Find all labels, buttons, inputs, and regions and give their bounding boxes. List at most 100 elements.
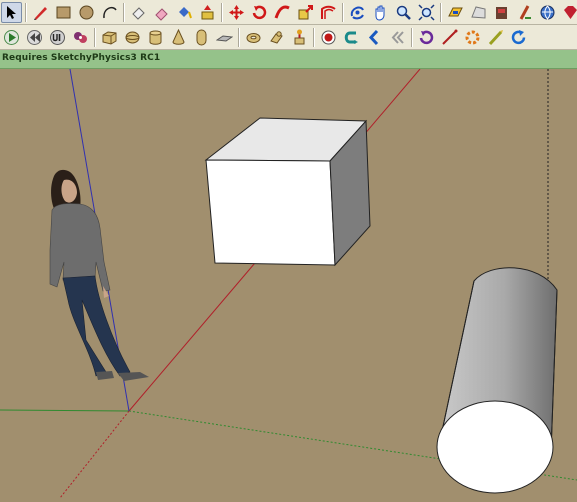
zoom-extents-button[interactable] xyxy=(416,2,437,23)
slider-joint-button[interactable] xyxy=(289,27,310,48)
play-simulation-button[interactable] xyxy=(1,27,22,48)
toolbar-separator xyxy=(238,27,240,47)
3d-warehouse-icon xyxy=(540,5,555,20)
magnet-icon xyxy=(344,31,358,44)
eraser-tool-button[interactable] xyxy=(151,2,172,23)
ui-button[interactable] xyxy=(47,27,68,48)
play-icon xyxy=(4,29,19,45)
ruby-button[interactable] xyxy=(560,2,577,23)
section-plane-icon xyxy=(448,7,463,16)
rectangle-tool-button[interactable] xyxy=(53,2,74,23)
scale-icon xyxy=(298,4,313,19)
scale-tool-button[interactable] xyxy=(295,2,316,23)
toolbar-separator xyxy=(94,27,96,47)
slider-joint-icon xyxy=(294,29,305,44)
spring-icon xyxy=(419,30,434,44)
follow-me-button[interactable] xyxy=(272,2,293,23)
follow-me-icon xyxy=(274,5,290,19)
joint-connector-icon xyxy=(74,31,87,43)
toolbar-separator xyxy=(342,2,344,22)
paint-bucket-button[interactable] xyxy=(174,2,195,23)
rotate-icon xyxy=(252,5,267,19)
refresh-icon xyxy=(511,29,526,44)
add-location-icon xyxy=(496,6,507,19)
rewind-icon xyxy=(27,29,42,45)
toolbar-separator xyxy=(221,2,223,22)
reset-button[interactable] xyxy=(364,27,385,48)
capsule-solid-button[interactable] xyxy=(191,27,212,48)
record-icon xyxy=(321,30,336,44)
push-pull-button[interactable] xyxy=(197,2,218,23)
3d-warehouse-button[interactable] xyxy=(537,2,558,23)
select-tool-button[interactable] xyxy=(1,1,22,23)
arc-tool-button[interactable] xyxy=(99,2,120,23)
record-button[interactable] xyxy=(318,27,339,48)
cylinder-solid-button[interactable] xyxy=(145,27,166,48)
cone-solid-button[interactable] xyxy=(168,27,189,48)
rectangle-icon xyxy=(56,6,71,18)
scene-canvas xyxy=(0,68,577,499)
section-plane-button[interactable] xyxy=(445,2,466,23)
measure-icon xyxy=(519,4,531,20)
measure-tool-button[interactable] xyxy=(514,2,535,23)
pan-tool-button[interactable] xyxy=(370,2,391,23)
3d-viewport[interactable] xyxy=(0,68,577,499)
circle-tool-button[interactable] xyxy=(76,2,97,23)
add-location-button[interactable] xyxy=(491,2,512,23)
piston-icon xyxy=(488,29,503,45)
pencil-tool-button[interactable] xyxy=(30,2,51,23)
rewind-simulation-button[interactable] xyxy=(24,27,45,48)
circle-icon xyxy=(79,5,94,19)
toolbar-separator xyxy=(440,2,442,22)
offset-tool-button[interactable] xyxy=(318,2,339,23)
box-solid-icon xyxy=(102,30,117,45)
toolbar-separator xyxy=(25,2,27,22)
toolbar-separator xyxy=(411,27,413,47)
make-component-button[interactable] xyxy=(128,2,149,23)
cylinder-solid-icon xyxy=(149,30,162,45)
paint-bucket-icon xyxy=(179,6,192,18)
ui-icon xyxy=(50,29,65,45)
chamfer-solid-button[interactable] xyxy=(214,27,235,48)
sketchyphysics-toolbar xyxy=(0,25,577,50)
refresh-button[interactable] xyxy=(508,27,529,48)
gear-joint-button[interactable] xyxy=(462,27,483,48)
sandbox-button[interactable] xyxy=(468,2,489,23)
select-icon xyxy=(7,5,16,19)
torus-icon xyxy=(246,32,261,43)
main-toolbar xyxy=(0,0,577,25)
box-solid-button[interactable] xyxy=(99,27,120,48)
magnet-button[interactable] xyxy=(341,27,362,48)
back-button[interactable] xyxy=(387,27,408,48)
reset-icon xyxy=(368,29,379,45)
eraser-icon xyxy=(155,7,168,21)
offset-icon xyxy=(321,5,336,19)
toolbar-separator xyxy=(123,2,125,22)
spring-button[interactable] xyxy=(416,27,437,48)
move-icon xyxy=(229,4,244,20)
line-joint-button[interactable] xyxy=(439,27,460,48)
status-message: Requires SketchyPhysics3 RC1 xyxy=(2,53,161,63)
message-bar: Requires SketchyPhysics3 RC1 xyxy=(0,50,577,69)
toolbar-separator xyxy=(313,27,315,47)
cube-front-face xyxy=(205,159,336,266)
zoom-tool-button[interactable] xyxy=(393,2,414,23)
orbit-tool-button[interactable] xyxy=(347,2,368,23)
pan-icon xyxy=(375,5,385,21)
sandbox-icon xyxy=(471,5,486,19)
torus-solid-button[interactable] xyxy=(243,27,264,48)
hinge-joint-button[interactable] xyxy=(266,27,287,48)
capsule-solid-icon xyxy=(196,29,207,45)
piston-button[interactable] xyxy=(485,27,506,48)
line-joint-icon xyxy=(442,29,458,45)
chamfer-solid-icon xyxy=(216,34,233,42)
gear-joint-icon xyxy=(465,30,480,44)
move-tool-button[interactable] xyxy=(226,2,247,23)
zoom-icon xyxy=(396,5,411,20)
joint-connector-button[interactable] xyxy=(70,27,91,48)
sphere-solid-button[interactable] xyxy=(122,27,143,48)
push-pull-icon xyxy=(201,4,214,19)
rotate-tool-button[interactable] xyxy=(249,2,270,23)
cylinder-end-cap xyxy=(436,400,554,494)
orbit-icon xyxy=(350,6,364,19)
